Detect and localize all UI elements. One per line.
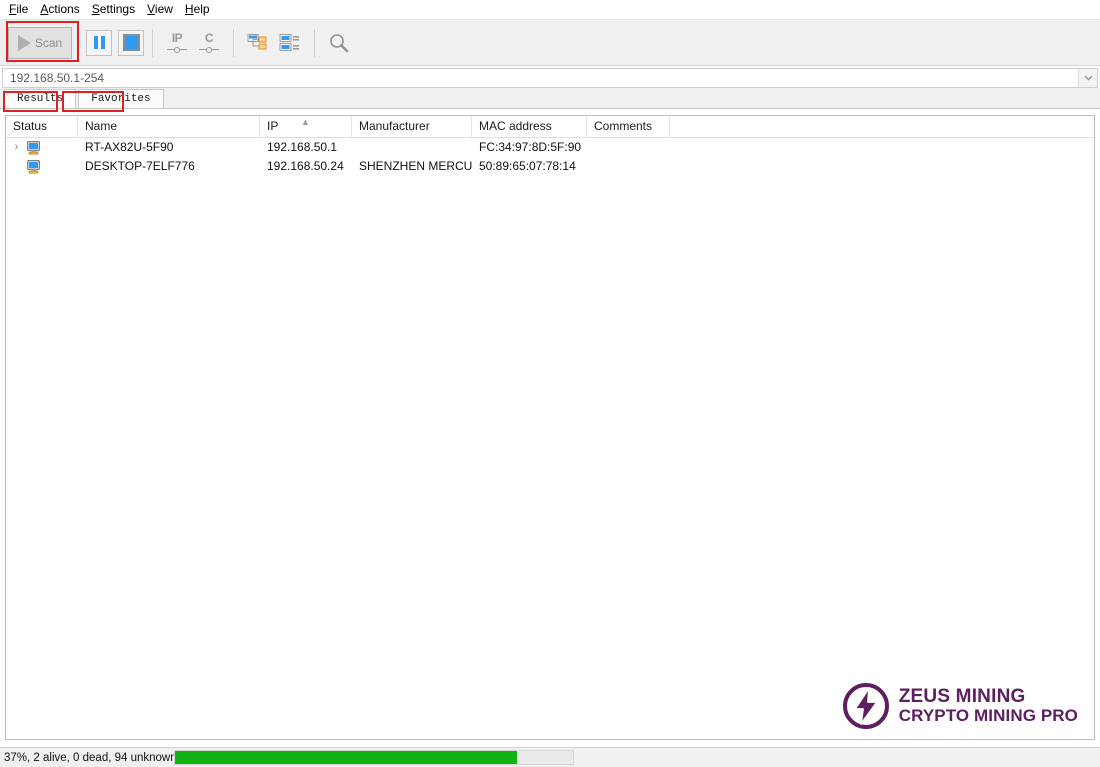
cell-manufacturer: SHENZHEN MERCUR... [352, 157, 472, 176]
menu-view-accel: V [147, 2, 155, 16]
column-header-status-label: Status [13, 119, 47, 133]
cell-status [6, 159, 78, 174]
cell-ip: 192.168.50.1 [260, 138, 352, 157]
column-header-manufacturer-label: Manufacturer [359, 119, 430, 133]
column-header-comments[interactable]: Comments [587, 116, 670, 137]
column-header-ip-label: IP [267, 119, 278, 133]
cell-status: › [6, 138, 78, 157]
menu-settings-rest: ettings [100, 2, 135, 16]
logo-line-1: ZEUS MINING [899, 687, 1078, 707]
menu-item-view[interactable]: View [144, 0, 182, 19]
cell-mac: 50:89:65:07:78:14 [472, 157, 587, 176]
tab-favorites[interactable]: Favorites [78, 89, 163, 108]
column-header-ip[interactable]: ▲ IP [260, 116, 352, 137]
menu-item-file[interactable]: File [6, 0, 37, 19]
tab-favorites-label: Favorites [91, 93, 150, 105]
scan-progress-bar [174, 750, 574, 765]
sort-ascending-icon: ▲ [301, 116, 310, 133]
scan-progress-fill [175, 751, 517, 764]
list-view-icon [279, 33, 301, 53]
c-slider-label: C [205, 33, 213, 44]
column-header-status[interactable]: Status [6, 116, 78, 137]
menu-file-rest: ile [16, 2, 28, 16]
toolbar-separator-1 [152, 29, 153, 57]
tree-view-icon [247, 33, 269, 53]
table-row[interactable]: DESKTOP-7ELF776 192.168.50.24 SHENZHEN M… [6, 157, 1094, 176]
scan-button[interactable]: Scan [8, 27, 72, 59]
zeus-mining-logo-text: ZEUS MINING CRYPTO MINING PRO [899, 687, 1078, 725]
column-header-filler [670, 116, 1094, 137]
tree-view-button[interactable] [244, 28, 272, 58]
menu-view-rest: iew [155, 2, 173, 16]
column-header-mac[interactable]: MAC address [472, 116, 587, 137]
menu-help-rest: elp [194, 2, 210, 16]
c-range-button[interactable]: C [195, 28, 223, 58]
ip-range-bar[interactable]: 192.168.50.1-254 [2, 68, 1098, 88]
ip-slider-label: IP [172, 33, 182, 44]
ip-range-dropdown-button[interactable] [1078, 69, 1097, 87]
logo-line-2: CRYPTO MINING PRO [899, 707, 1078, 725]
tab-strip: Results Favorites [0, 88, 1100, 109]
toolbar-separator-3 [314, 29, 315, 57]
scan-button-wrapper: Scan [8, 27, 72, 59]
stop-button[interactable] [118, 30, 144, 56]
column-header-mac-label: MAC address [479, 119, 552, 133]
column-header-comments-label: Comments [594, 119, 652, 133]
column-header-name-label: Name [85, 119, 117, 133]
menu-item-settings[interactable]: Settings [89, 0, 144, 19]
stop-icon [123, 34, 140, 51]
menu-help-accel: H [185, 2, 194, 16]
status-bar: 37%, 2 alive, 0 dead, 94 unknown [0, 747, 1100, 767]
menu-bar: File Actions Settings View Help [0, 0, 1100, 19]
cell-name: RT-AX82U-5F90 [78, 138, 260, 157]
scan-status-text: 37%, 2 alive, 0 dead, 94 unknown [0, 752, 174, 764]
scan-button-label: Scan [35, 36, 62, 50]
tab-results[interactable]: Results [4, 89, 76, 108]
lightning-bolt-icon [842, 682, 890, 730]
c-slider-icon: C [199, 33, 219, 53]
zeus-mining-logo: ZEUS MINING CRYPTO MINING PRO [842, 682, 1078, 730]
column-header-manufacturer[interactable]: Manufacturer [352, 116, 472, 137]
expand-row-toggle[interactable]: › [11, 138, 22, 157]
computer-icon [26, 159, 41, 174]
table-row[interactable]: › RT-AX82U-5F90 192.168.50.1 FC:34:97:8D… [6, 138, 1094, 157]
menu-item-help[interactable]: Help [182, 0, 219, 19]
search-icon [328, 32, 350, 54]
ip-slider-icon: IP [167, 33, 187, 53]
pause-button[interactable] [86, 30, 112, 56]
play-icon [18, 35, 31, 51]
results-panel: Status Name ▲ IP Manufacturer MAC addres… [5, 115, 1095, 740]
find-button[interactable] [325, 28, 353, 58]
cell-name: DESKTOP-7ELF776 [78, 157, 260, 176]
menu-item-actions[interactable]: Actions [37, 0, 88, 19]
computer-icon [26, 140, 41, 155]
cell-ip: 192.168.50.24 [260, 157, 352, 176]
tab-results-label: Results [17, 93, 63, 105]
toolbar-separator-2 [233, 29, 234, 57]
chevron-down-icon [1084, 75, 1093, 81]
cell-mac: FC:34:97:8D:5F:90 [472, 138, 587, 157]
ip-range-input[interactable]: 192.168.50.1-254 [3, 69, 1078, 87]
menu-settings-accel: S [92, 2, 100, 16]
pause-icon [94, 36, 105, 49]
list-view-button[interactable] [276, 28, 304, 58]
menu-actions-rest: ctions [48, 2, 79, 16]
column-header-name[interactable]: Name [78, 116, 260, 137]
toolbar: Scan IP C [0, 19, 1100, 66]
table-header-row: Status Name ▲ IP Manufacturer MAC addres… [6, 116, 1094, 138]
ip-range-button[interactable]: IP [163, 28, 191, 58]
